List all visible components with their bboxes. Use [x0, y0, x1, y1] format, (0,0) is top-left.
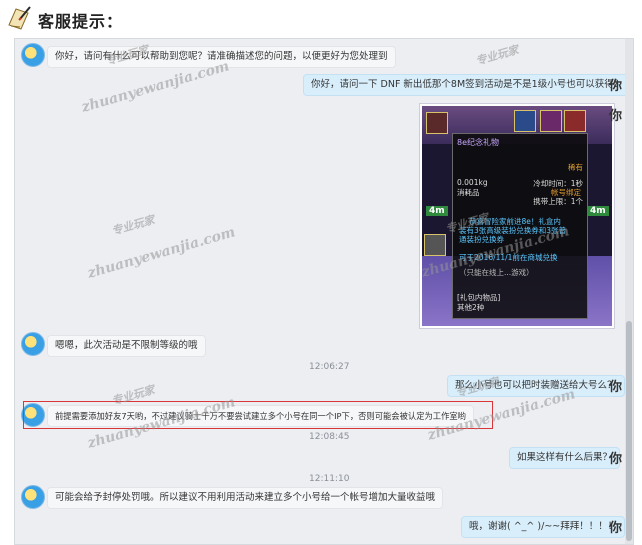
chat-bubble-cs: 可能会给予封停处罚哦。所以建议不用利用活动来建立多个小号给一个帐号增加大量收益哦	[47, 487, 444, 509]
item-slot-icon	[424, 234, 446, 256]
scrollbar-thumb[interactable]	[626, 321, 632, 541]
item-rarity: 稀有	[568, 163, 583, 172]
item-type: 消耗品	[457, 188, 480, 197]
item-slot-icon	[540, 110, 562, 132]
item-slot-icon	[514, 110, 536, 132]
chat-bubble-user: 如果这样有什么后果？	[509, 447, 621, 469]
watermark: zhuanyewanjia.com	[85, 224, 238, 282]
chat-bubble-user: 哦，谢谢( ^_^ )/~~拜拜！！！！	[461, 516, 626, 538]
watermark: 专业玩家	[110, 213, 157, 238]
scrollbar[interactable]	[625, 39, 633, 544]
cs-avatar	[21, 43, 45, 67]
timestamp: 12:11:10	[309, 474, 350, 484]
game-badge: 4m	[426, 206, 448, 216]
timestamp: 12:08:45	[309, 432, 350, 442]
item-name: 8e纪念礼物	[457, 138, 500, 147]
chat-window[interactable]: 你好，请问有什么可以帮助到您呢？请准确描述您的问题，以便更好为您处理到 你好，请…	[14, 38, 634, 545]
cs-avatar	[21, 485, 45, 509]
watermark: 专业玩家	[474, 43, 521, 68]
cs-avatar	[21, 332, 45, 356]
chat-bubble-cs: 嗯嗯，此次活动是不限制等级的哦	[47, 335, 206, 357]
scroll-pen-icon	[8, 6, 31, 30]
item-description: （只能在线上...游戏）	[459, 268, 534, 277]
game-badge: 4m	[587, 206, 609, 216]
page-title: 客服提示：	[38, 12, 124, 31]
item-slot-icon	[564, 110, 586, 132]
package-other-items: 其他2种	[457, 303, 485, 312]
item-weight: 0.001kg	[457, 178, 488, 187]
item-slot-icon	[426, 112, 448, 134]
item-hold-limit: 携带上限：1个	[533, 197, 583, 206]
highlight-box	[23, 401, 493, 429]
page-header: 客服提示：	[0, 0, 642, 38]
chat-bubble-user: 你好，请问一下 DNF 新出低那个8M签到活动是不是1级小号也可以获得？	[303, 74, 632, 96]
game-item-screenshot[interactable]: 4m 4m 8e纪念礼物 稀有 0.001kg 消耗品 冷却时间：1秒 帐号绑定…	[420, 104, 614, 328]
timestamp: 12:06:27	[309, 362, 350, 372]
